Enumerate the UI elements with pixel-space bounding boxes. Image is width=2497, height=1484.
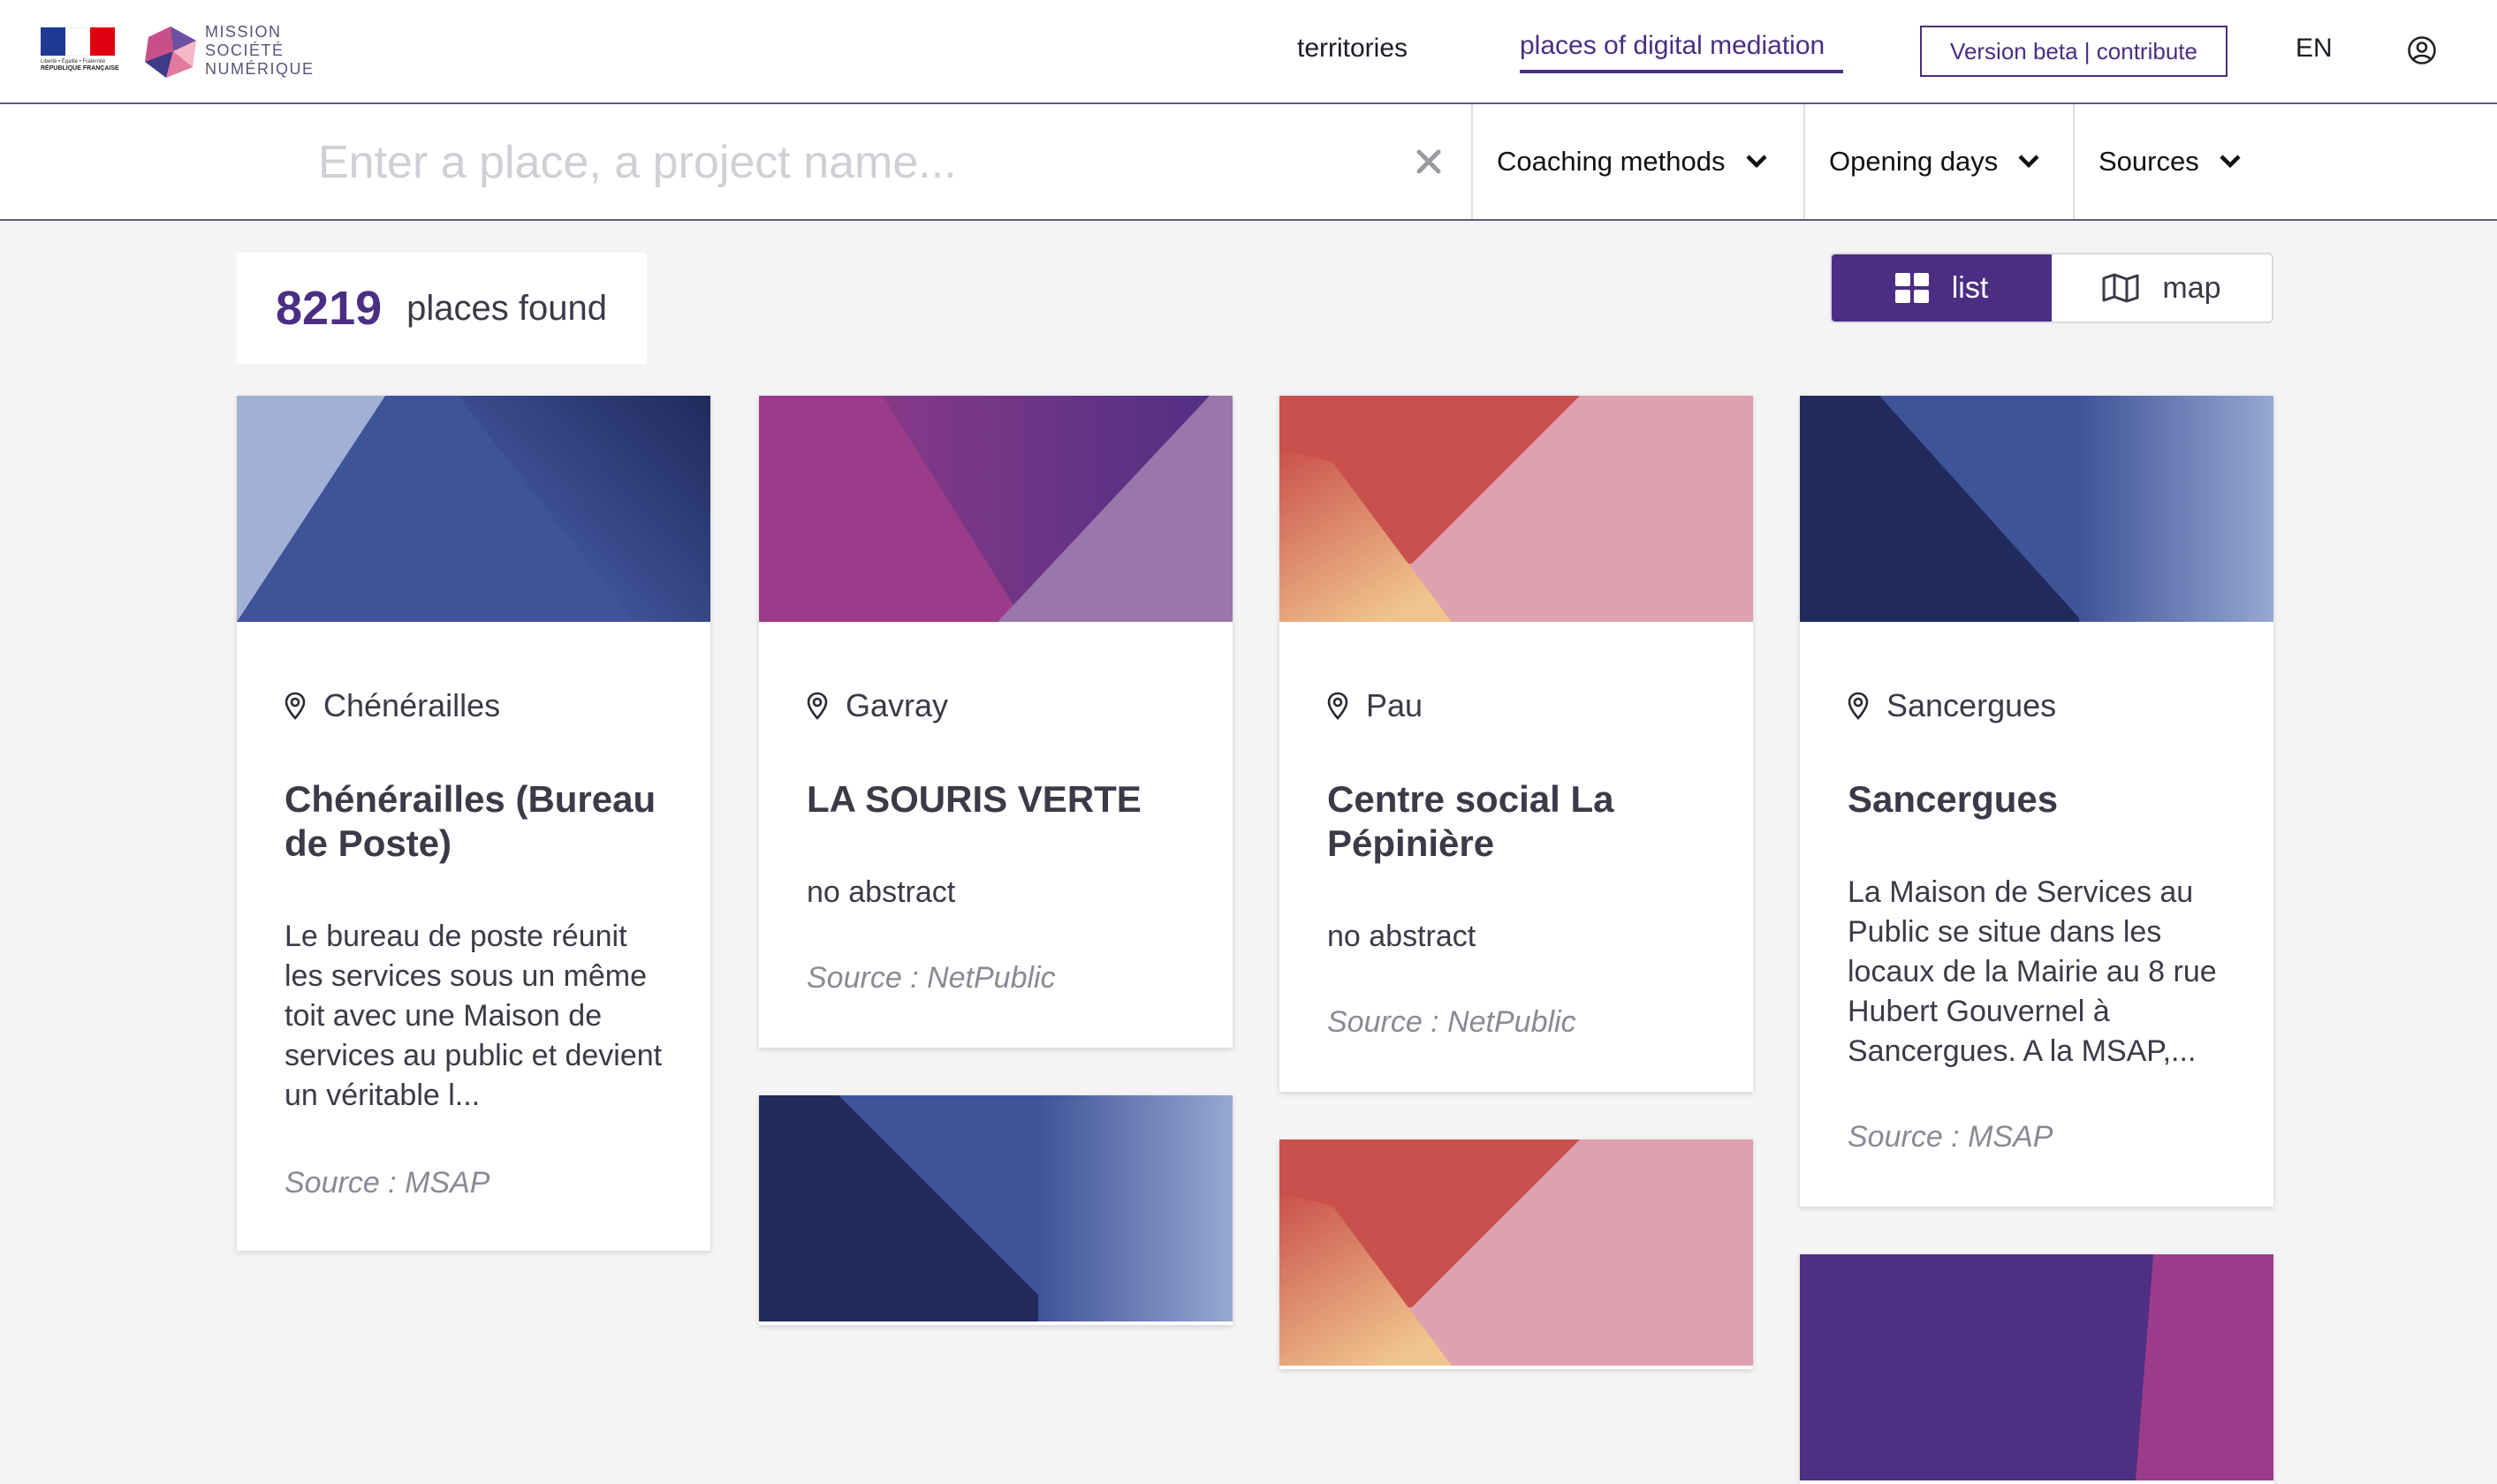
- card-abstract: no abstract: [807, 875, 956, 909]
- card-location: Gavray: [807, 687, 948, 724]
- place-card[interactable]: Pau Centre social La Pépinière no abstra…: [1279, 396, 1753, 1092]
- place-card[interactable]: Chénérailles Chénérailles (Bureau de Pos…: [237, 396, 710, 1251]
- card-location-label: Chénérailles: [323, 687, 501, 723]
- filter-coaching-methods[interactable]: Coaching methods: [1471, 104, 1805, 219]
- rf-motto: Liberté • Égalité • Fraternité: [41, 59, 106, 64]
- card-source: Source : MSAP: [1848, 1120, 2053, 1154]
- search-input[interactable]: [316, 124, 1398, 201]
- rf-name: RÉPUBLIQUE FRANÇAISE: [41, 65, 119, 72]
- card-abstract: no abstract: [1327, 920, 1476, 953]
- place-card[interactable]: [1279, 1140, 1753, 1369]
- card-source: Source : MSAP: [285, 1166, 490, 1200]
- filter-label: Sources: [2099, 146, 2199, 177]
- card-location: Pau: [1327, 687, 1423, 724]
- card-location: Chénérailles: [285, 687, 500, 724]
- card-banner-image: [759, 396, 1233, 622]
- card-banner-image: [237, 396, 710, 622]
- chevron-down-icon: [2220, 155, 2241, 169]
- card-abstract: Le bureau de poste réunit les services s…: [285, 920, 663, 1112]
- filter-opening-days[interactable]: Opening days: [1803, 104, 2075, 219]
- brand-line: MISSION: [205, 23, 282, 41]
- card-title[interactable]: Chénérailles (Bureau de Poste): [285, 777, 673, 866]
- results-count: 8219: [276, 282, 383, 335]
- view-toggle: list map: [1830, 253, 2273, 323]
- filter-sources[interactable]: Sources: [2073, 104, 2294, 219]
- nav-territories[interactable]: territories: [1297, 34, 1408, 64]
- chevron-down-icon: [1745, 155, 1767, 169]
- republique-francaise-logo[interactable]: Liberté • Égalité • Fraternité RÉPUBLIQU…: [41, 27, 119, 77]
- filter-label: Coaching methods: [1497, 146, 1726, 177]
- results-label: places found: [406, 288, 607, 328]
- brand-line: SOCIÉTÉ: [205, 42, 285, 59]
- close-icon[interactable]: [1414, 147, 1444, 177]
- card-banner-image: [1800, 396, 2273, 622]
- list-view-button[interactable]: list: [1832, 254, 2052, 322]
- card-title[interactable]: Sancergues: [1848, 777, 2236, 822]
- location-pin-icon: [1327, 692, 1348, 720]
- nav-places-of-digital-mediation[interactable]: places of digital mediation: [1520, 31, 1825, 61]
- results-count-box: 8219 places found: [237, 253, 647, 364]
- card-source: Source : NetPublic: [1327, 1005, 1576, 1039]
- place-card[interactable]: Gavray LA SOURIS VERTE no abstract Sourc…: [759, 396, 1233, 1048]
- card-title[interactable]: Centre social La Pépinière: [1327, 777, 1716, 866]
- card-title[interactable]: LA SOURIS VERTE: [807, 777, 1195, 822]
- card-location-label: Pau: [1366, 687, 1423, 723]
- map-icon: [2102, 273, 2139, 303]
- card-banner-image: [759, 1095, 1233, 1321]
- brand-line: NUMÉRIQUE: [205, 60, 315, 78]
- card-abstract: La Maison de Services au Public se situe…: [1848, 875, 2217, 1068]
- language-switcher[interactable]: EN: [2296, 34, 2333, 64]
- place-card[interactable]: [1800, 1254, 2273, 1484]
- user-circle-icon[interactable]: [2407, 35, 2437, 65]
- place-card[interactable]: Sancergues Sancergues La Maison de Servi…: [1800, 396, 2273, 1207]
- place-card[interactable]: [759, 1095, 1233, 1325]
- filter-label: Opening days: [1829, 146, 1999, 177]
- mission-societe-numerique-wordmark: MISSION SOCIÉTÉ NUMÉRIQUE: [205, 23, 315, 79]
- search-filter-bar: Coaching methods Opening days Sources: [0, 104, 2497, 221]
- location-pin-icon: [285, 692, 306, 720]
- card-source: Source : NetPublic: [807, 961, 1056, 995]
- chevron-down-icon: [2018, 155, 2039, 169]
- beta-contribute-button[interactable]: Version beta | contribute: [1920, 26, 2228, 77]
- grid-icon: [1894, 273, 1929, 303]
- card-location: Sancergues: [1848, 687, 2056, 724]
- card-banner-image: [1279, 1140, 1753, 1366]
- top-header: Liberté • Égalité • Fraternité RÉPUBLIQU…: [0, 0, 2497, 104]
- nav-active-underline: [1520, 70, 1843, 73]
- map-label: map: [2162, 270, 2221, 305]
- french-flag-icon: [41, 27, 115, 56]
- list-label: list: [1951, 270, 1989, 305]
- card-banner-image: [1279, 396, 1753, 622]
- card-location-label: Sancergues: [1886, 687, 2057, 723]
- mission-societe-numerique-logo-icon[interactable]: [141, 25, 200, 80]
- card-location-label: Gavray: [846, 687, 949, 723]
- location-pin-icon: [807, 692, 828, 720]
- location-pin-icon: [1848, 692, 1869, 720]
- card-banner-image: [1800, 1254, 2273, 1480]
- map-view-button[interactable]: map: [2052, 254, 2272, 322]
